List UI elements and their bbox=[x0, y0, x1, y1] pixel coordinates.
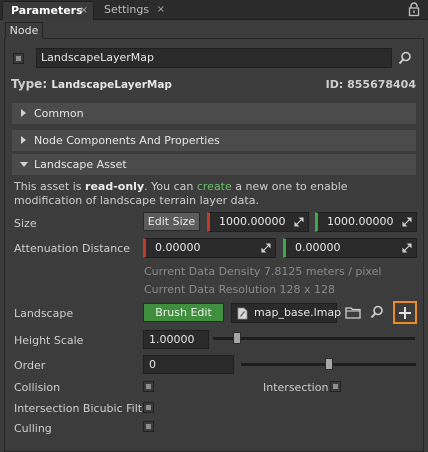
close-icon[interactable]: × bbox=[157, 1, 165, 19]
notice-text: . You can bbox=[144, 180, 197, 193]
section-node-components[interactable]: Node Components And Properties bbox=[12, 130, 416, 151]
read-only-text: read-only bbox=[85, 180, 145, 193]
search-icon[interactable] bbox=[398, 51, 412, 65]
order-field[interactable]: 0 bbox=[143, 355, 234, 374]
height-scale-slider[interactable] bbox=[213, 337, 415, 340]
enabled-checkbox[interactable] bbox=[13, 53, 24, 64]
type-line: Type: LandscapeLayerMap bbox=[11, 77, 172, 91]
order-slider-handle[interactable] bbox=[324, 358, 333, 370]
culling-checkbox[interactable] bbox=[143, 421, 154, 432]
file-icon bbox=[237, 307, 248, 320]
attenuation-y-field[interactable]: 0.00000 bbox=[283, 238, 417, 258]
tab-settings-label: Settings bbox=[104, 3, 150, 16]
bicubic-filter-checkbox[interactable] bbox=[143, 402, 154, 413]
id-value: 855678404 bbox=[347, 78, 416, 91]
tab-node[interactable]: Node bbox=[5, 22, 43, 39]
expand-icon[interactable] bbox=[294, 217, 304, 227]
landscape-file-name: map_base.lmap bbox=[254, 306, 342, 319]
type-label: Type: bbox=[11, 77, 48, 91]
height-scale-field[interactable]: 1.00000 bbox=[143, 330, 209, 349]
create-link[interactable]: create bbox=[197, 180, 232, 193]
chevron-right-icon bbox=[21, 109, 26, 117]
brush-edit-button[interactable]: Brush Edit bbox=[143, 303, 224, 322]
size-label: Size bbox=[14, 217, 37, 230]
culling-label: Culling bbox=[14, 422, 52, 435]
read-only-notice: This asset is read-only. You can create … bbox=[14, 180, 414, 208]
size-x-field[interactable]: 1000.00000 bbox=[207, 212, 309, 232]
attenuation-x-value: 0.00000 bbox=[155, 241, 201, 254]
type-value: LandscapeLayerMap bbox=[51, 79, 172, 91]
collision-label: Collision bbox=[14, 381, 61, 394]
landscape-label: Landscape bbox=[14, 307, 74, 320]
attenuation-y-value: 0.00000 bbox=[295, 241, 341, 254]
edit-size-button[interactable]: Edit Size bbox=[143, 212, 200, 231]
data-resolution-text: Current Data Resolution 128 x 128 bbox=[144, 283, 336, 296]
add-button[interactable] bbox=[393, 301, 417, 324]
id-label: ID: bbox=[325, 78, 344, 91]
expand-icon[interactable] bbox=[402, 243, 412, 253]
tab-parameters[interactable]: Parameters × bbox=[2, 1, 94, 20]
size-y-field[interactable]: 1000.00000 bbox=[315, 212, 417, 232]
expand-icon[interactable] bbox=[261, 243, 271, 253]
order-label: Order bbox=[14, 359, 46, 372]
lock-icon[interactable] bbox=[408, 2, 420, 17]
chevron-right-icon bbox=[21, 136, 26, 144]
height-scale-slider-handle[interactable] bbox=[232, 332, 241, 344]
section-components-label: Node Components And Properties bbox=[34, 134, 220, 147]
section-asset-label: Landscape Asset bbox=[34, 158, 127, 171]
section-common[interactable]: Common bbox=[12, 103, 416, 124]
intersection-checkbox[interactable] bbox=[330, 381, 341, 392]
tab-parameters-label: Parameters bbox=[11, 4, 83, 17]
bicubic-filter-label: Intersection Bicubic Filter bbox=[14, 402, 154, 415]
tab-settings[interactable]: Settings × bbox=[96, 1, 170, 20]
notice-text: This asset is bbox=[14, 180, 86, 193]
intersection-label: Intersection bbox=[263, 381, 329, 394]
attenuation-label: Attenuation Distance bbox=[14, 242, 131, 255]
id-line: ID: 855678404 bbox=[326, 78, 416, 91]
height-scale-label: Height Scale bbox=[14, 334, 84, 347]
attenuation-x-field[interactable]: 0.00000 bbox=[143, 238, 276, 258]
collision-checkbox[interactable] bbox=[143, 381, 154, 392]
node-name-field[interactable]: LandscapeLayerMap bbox=[36, 48, 392, 68]
size-x-value: 1000.00000 bbox=[219, 215, 286, 228]
section-landscape-asset[interactable]: Landscape Asset bbox=[12, 154, 416, 175]
chevron-down-icon bbox=[20, 162, 28, 167]
tab-bar: Parameters × Settings × bbox=[0, 0, 428, 20]
landscape-file-field[interactable]: map_base.lmap bbox=[231, 303, 341, 323]
size-y-value: 1000.00000 bbox=[327, 215, 394, 228]
search-icon[interactable] bbox=[370, 305, 384, 319]
section-common-label: Common bbox=[34, 107, 84, 120]
data-density-text: Current Data Density 7.8125 meters / pix… bbox=[144, 265, 382, 278]
close-icon[interactable]: × bbox=[80, 2, 88, 20]
expand-icon[interactable] bbox=[402, 217, 412, 227]
folder-icon[interactable] bbox=[345, 306, 361, 319]
